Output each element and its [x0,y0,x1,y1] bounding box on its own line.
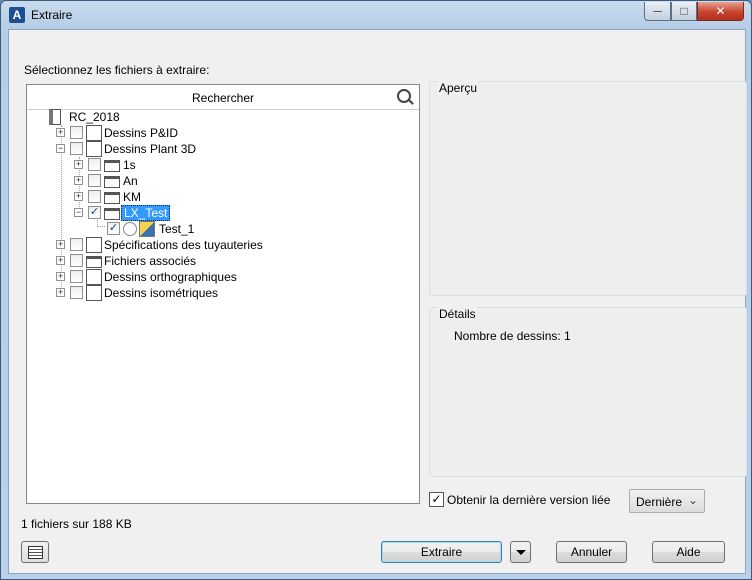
expand-icon[interactable]: + [56,256,65,265]
tree-checkbox[interactable] [70,238,83,251]
minimize-icon: ─ [653,4,662,18]
folder-icon [104,208,120,220]
status-text: 1 fichiers sur 188 KB [21,517,132,531]
drawing-count: Nombre de dessins: 1 [454,329,571,343]
tree-item-related-files[interactable]: + Fichiers associés [55,253,255,269]
help-button[interactable]: Aide [652,541,725,563]
tree-item-label: Dessins Plant 3D [104,142,197,156]
status-circle-icon [123,222,137,236]
folder-icon [104,160,120,172]
drawing-file-icon [139,221,155,237]
latest-version-checkbox[interactable]: ✓ [429,492,444,507]
tree-root-label: RC_2018 [69,110,120,124]
extract-button[interactable]: Extraire [381,541,502,563]
tree-checkbox[interactable] [88,190,101,203]
search-input[interactable]: Rechercher [27,91,419,105]
tree-item-label: Dessins orthographiques [104,270,237,284]
folder-icon [104,176,120,188]
expand-icon[interactable]: + [74,160,83,169]
tree-item-pid-drawings[interactable]: + Dessins P&ID [55,125,255,141]
spec-icon [86,237,102,253]
maximize-icon: □ [680,4,688,18]
tree-item-folder-an[interactable]: + An [73,173,193,189]
tree-item-label: Dessins isométriques [104,286,219,300]
extract-options-button[interactable] [510,541,531,563]
tree-item-label: Test_1 [159,222,195,236]
plant3d-drawing-icon [86,141,102,157]
close-icon: ✕ [715,4,726,18]
tree-item-iso-drawings[interactable]: + Dessins isométriques [55,285,275,301]
details-view-button[interactable] [21,541,49,563]
tree-item-label: LX_Test [121,205,171,221]
maximize-button[interactable]: □ [671,2,697,21]
folder-icon [104,192,120,204]
dialog-body: Sélectionnez les fichiers à extraire: Re… [8,29,747,574]
tree-checkbox[interactable] [88,158,101,171]
cancel-button[interactable]: Annuler [556,541,627,563]
ortho-drawing-icon [86,269,102,285]
version-select[interactable]: Dernière ⌄ [629,489,705,513]
iso-drawing-icon [86,285,102,301]
dropdown-arrow-icon [516,550,526,555]
tree-item-folder-km[interactable]: + KM [73,189,193,205]
search-icon[interactable] [397,89,411,103]
collapse-icon[interactable]: − [74,208,83,217]
title-bar[interactable]: A Extraire ─ □ ✕ [1,1,751,29]
tree-checkbox[interactable] [70,126,83,139]
latest-version-label[interactable]: Obtenir la dernière version liée [447,493,610,507]
tree-item-plant3d-drawings[interactable]: − Dessins Plant 3D [55,141,255,157]
tree-checkbox[interactable] [70,270,83,283]
expand-icon[interactable]: + [56,128,65,137]
expand-icon[interactable]: + [56,272,65,281]
tree-root[interactable]: RC_2018 [47,109,167,125]
tree-item-piping-specs[interactable]: + Spécifications des tuyauteries [55,237,295,253]
minimize-button[interactable]: ─ [644,2,671,21]
tree-item-drawing-test1[interactable]: ✓ Test_1 [105,221,255,237]
tree-checkbox[interactable]: ✓ [107,222,120,235]
tree-checkbox[interactable]: ✓ [88,206,101,219]
search-box[interactable]: Rechercher [27,85,419,110]
window-title: Extraire [31,8,73,22]
expand-icon[interactable]: + [56,240,65,249]
collapse-icon[interactable]: − [56,144,65,153]
details-group: Détails Nombre de dessins: 1 [429,307,747,477]
tree-checkbox[interactable] [70,254,83,267]
list-view-icon [28,546,43,559]
tree-item-ortho-drawings[interactable]: + Dessins orthographiques [55,269,275,285]
tree-checkbox[interactable] [70,286,83,299]
tree-item-label: 1s [123,158,136,172]
expand-icon[interactable]: + [74,176,83,185]
close-button[interactable]: ✕ [697,2,744,21]
tree-item-label: Spécifications des tuyauteries [104,238,263,252]
project-icon [49,109,61,125]
extract-dialog: A Extraire ─ □ ✕ Sélectionnez les fichie… [0,0,752,580]
expand-icon[interactable]: + [56,288,65,297]
tree-item-label: An [123,174,138,188]
tree-item-label: Dessins P&ID [104,126,179,140]
expand-icon[interactable]: + [74,192,83,201]
tree-item-folder-1s[interactable]: + 1s [73,157,193,173]
autocad-app-icon: A [9,7,25,23]
file-tree-panel: Rechercher RC_2018 + Dessins P&ID − Dess… [26,84,420,504]
tree-item-label: Fichiers associés [104,254,197,268]
details-title: Détails [438,307,477,321]
preview-group: Aperçu [429,81,747,296]
chevron-down-icon: ⌄ [687,493,698,507]
select-files-label: Sélectionnez les fichiers à extraire: [24,63,210,77]
tree-item-folder-lx-test[interactable]: − ✓ LX_Test [73,205,223,221]
preview-title: Aperçu [438,81,479,95]
tree-checkbox[interactable] [70,142,83,155]
version-select-value: Dernière [636,495,683,509]
tree-connector [97,226,105,227]
folder-icon [86,256,102,268]
tree-item-label: KM [123,190,141,204]
file-tree: RC_2018 + Dessins P&ID − Dessins Plant 3… [27,109,419,502]
pid-drawing-icon [86,125,102,141]
tree-checkbox[interactable] [88,174,101,187]
